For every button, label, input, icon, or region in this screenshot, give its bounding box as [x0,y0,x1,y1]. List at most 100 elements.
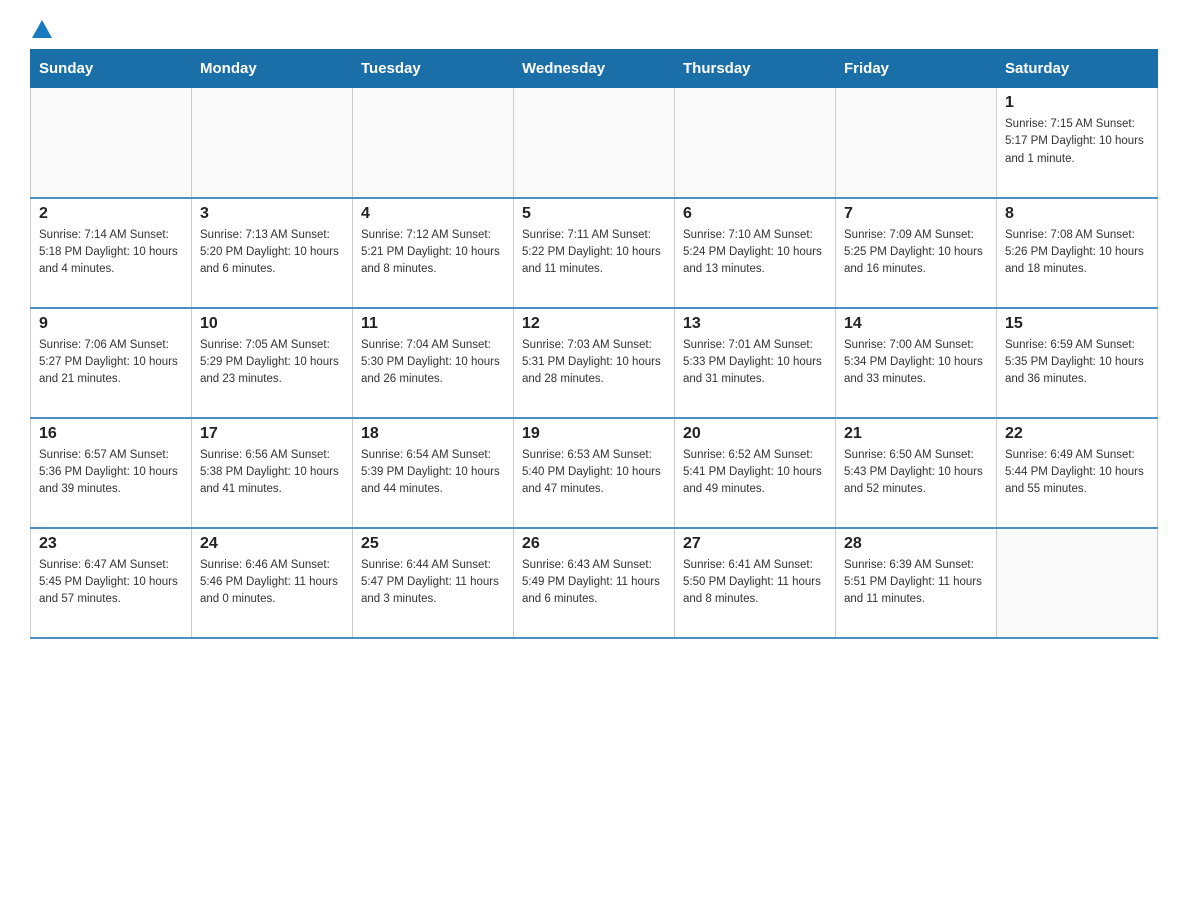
week-row-1: 1 Sunrise: 7:15 AM Sunset: 5:17 PM Daylig… [31,88,1158,198]
day-number: 27 [683,535,827,553]
calendar-cell: 4 Sunrise: 7:12 AM Sunset: 5:21 PM Daylig… [353,198,514,308]
day-info: Sunrise: 6:50 AM Sunset: 5:43 PM Dayligh… [844,447,988,499]
weekday-header-thursday: Thursday [675,50,836,88]
day-info: Sunrise: 7:12 AM Sunset: 5:21 PM Dayligh… [361,227,505,279]
calendar-cell: 12 Sunrise: 7:03 AM Sunset: 5:31 PM Dayli… [514,308,675,418]
calendar-cell: 18 Sunrise: 6:54 AM Sunset: 5:39 PM Dayli… [353,418,514,528]
calendar-cell: 22 Sunrise: 6:49 AM Sunset: 5:44 PM Dayli… [997,418,1158,528]
day-info: Sunrise: 7:09 AM Sunset: 5:25 PM Dayligh… [844,227,988,279]
weekday-header-monday: Monday [192,50,353,88]
calendar-cell [675,88,836,198]
day-info: Sunrise: 7:03 AM Sunset: 5:31 PM Dayligh… [522,337,666,389]
day-info: Sunrise: 7:06 AM Sunset: 5:27 PM Dayligh… [39,337,183,389]
day-info: Sunrise: 6:56 AM Sunset: 5:38 PM Dayligh… [200,447,344,499]
day-number: 23 [39,535,183,553]
calendar-cell [353,88,514,198]
day-number: 18 [361,425,505,443]
calendar-cell: 1 Sunrise: 7:15 AM Sunset: 5:17 PM Daylig… [997,88,1158,198]
day-number: 24 [200,535,344,553]
calendar-cell [192,88,353,198]
calendar-cell: 6Sunrise: 7:10 AM Sunset: 5:24 PM Daylig… [675,198,836,308]
day-info: Sunrise: 7:05 AM Sunset: 5:29 PM Dayligh… [200,337,344,389]
day-number: 22 [1005,425,1149,443]
calendar-cell: 10 Sunrise: 7:05 AM Sunset: 5:29 PM Dayli… [192,308,353,418]
day-info: Sunrise: 6:54 AM Sunset: 5:39 PM Dayligh… [361,447,505,499]
day-number: 25 [361,535,505,553]
weekday-header-saturday: Saturday [997,50,1158,88]
day-number: 21 [844,425,988,443]
calendar-cell: 15 Sunrise: 6:59 AM Sunset: 5:35 PM Dayli… [997,308,1158,418]
day-number: 3 [200,205,344,223]
day-number: 13 [683,315,827,333]
calendar-cell: 26 Sunrise: 6:43 AM Sunset: 5:49 PM Dayli… [514,528,675,638]
calendar-cell: 9Sunrise: 7:06 AM Sunset: 5:27 PM Daylig… [31,308,192,418]
week-row-2: 2 Sunrise: 7:14 AM Sunset: 5:18 PM Daylig… [31,198,1158,308]
calendar-cell: 24 Sunrise: 6:46 AM Sunset: 5:46 PM Dayli… [192,528,353,638]
day-number: 28 [844,535,988,553]
weekday-header-tuesday: Tuesday [353,50,514,88]
day-info: Sunrise: 6:43 AM Sunset: 5:49 PM Dayligh… [522,557,666,609]
day-info: Sunrise: 7:01 AM Sunset: 5:33 PM Dayligh… [683,337,827,389]
day-number: 20 [683,425,827,443]
day-info: Sunrise: 6:46 AM Sunset: 5:46 PM Dayligh… [200,557,344,609]
day-info: Sunrise: 7:11 AM Sunset: 5:22 PM Dayligh… [522,227,666,279]
page-header [30,20,1158,33]
calendar-cell: 2 Sunrise: 7:14 AM Sunset: 5:18 PM Daylig… [31,198,192,308]
calendar-cell [997,528,1158,638]
day-info: Sunrise: 7:14 AM Sunset: 5:18 PM Dayligh… [39,227,183,279]
day-info: Sunrise: 6:52 AM Sunset: 5:41 PM Dayligh… [683,447,827,499]
day-info: Sunrise: 6:39 AM Sunset: 5:51 PM Dayligh… [844,557,988,609]
day-info: Sunrise: 7:13 AM Sunset: 5:20 PM Dayligh… [200,227,344,279]
day-info: Sunrise: 7:10 AM Sunset: 5:24 PM Dayligh… [683,227,827,279]
logo [30,20,52,33]
weekday-header-wednesday: Wednesday [514,50,675,88]
day-number: 17 [200,425,344,443]
calendar-cell: 25 Sunrise: 6:44 AM Sunset: 5:47 PM Dayli… [353,528,514,638]
calendar-cell: 8 Sunrise: 7:08 AM Sunset: 5:26 PM Daylig… [997,198,1158,308]
day-number: 11 [361,315,505,333]
weekday-header-friday: Friday [836,50,997,88]
day-number: 2 [39,205,183,223]
day-number: 26 [522,535,666,553]
calendar-cell: 17 Sunrise: 6:56 AM Sunset: 5:38 PM Dayli… [192,418,353,528]
calendar-cell: 21 Sunrise: 6:50 AM Sunset: 5:43 PM Dayli… [836,418,997,528]
calendar-cell: 13 Sunrise: 7:01 AM Sunset: 5:33 PM Dayli… [675,308,836,418]
logo-general [30,20,52,35]
day-info: Sunrise: 6:41 AM Sunset: 5:50 PM Dayligh… [683,557,827,609]
day-number: 4 [361,205,505,223]
day-info: Sunrise: 7:08 AM Sunset: 5:26 PM Dayligh… [1005,227,1149,279]
day-number: 14 [844,315,988,333]
day-number: 15 [1005,315,1149,333]
calendar-cell: 19 Sunrise: 6:53 AM Sunset: 5:40 PM Dayli… [514,418,675,528]
day-info: Sunrise: 6:49 AM Sunset: 5:44 PM Dayligh… [1005,447,1149,499]
day-info: Sunrise: 6:44 AM Sunset: 5:47 PM Dayligh… [361,557,505,609]
calendar-cell: 11Sunrise: 7:04 AM Sunset: 5:30 PM Dayli… [353,308,514,418]
day-number: 10 [200,315,344,333]
week-row-4: 16 Sunrise: 6:57 AM Sunset: 5:36 PM Dayli… [31,418,1158,528]
day-info: Sunrise: 6:57 AM Sunset: 5:36 PM Dayligh… [39,447,183,499]
calendar-cell: 5Sunrise: 7:11 AM Sunset: 5:22 PM Daylig… [514,198,675,308]
calendar-cell: 23Sunrise: 6:47 AM Sunset: 5:45 PM Dayli… [31,528,192,638]
calendar-cell: 3 Sunrise: 7:13 AM Sunset: 5:20 PM Daylig… [192,198,353,308]
weekday-header-sunday: Sunday [31,50,192,88]
calendar-cell: 27 Sunrise: 6:41 AM Sunset: 5:50 PM Dayli… [675,528,836,638]
day-info: Sunrise: 7:15 AM Sunset: 5:17 PM Dayligh… [1005,116,1149,168]
day-number: 1 [1005,94,1149,112]
day-number: 12 [522,315,666,333]
day-number: 7 [844,205,988,223]
calendar-cell: 20 Sunrise: 6:52 AM Sunset: 5:41 PM Dayli… [675,418,836,528]
calendar-cell [31,88,192,198]
day-info: Sunrise: 7:00 AM Sunset: 5:34 PM Dayligh… [844,337,988,389]
logo-triangle-icon [32,20,52,38]
day-number: 19 [522,425,666,443]
day-number: 8 [1005,205,1149,223]
calendar-table: SundayMondayTuesdayWednesdayThursdayFrid… [30,49,1158,639]
weekday-header-row: SundayMondayTuesdayWednesdayThursdayFrid… [31,50,1158,88]
day-number: 16 [39,425,183,443]
week-row-5: 23Sunrise: 6:47 AM Sunset: 5:45 PM Dayli… [31,528,1158,638]
day-info: Sunrise: 6:59 AM Sunset: 5:35 PM Dayligh… [1005,337,1149,389]
day-info: Sunrise: 6:53 AM Sunset: 5:40 PM Dayligh… [522,447,666,499]
calendar-cell: 16 Sunrise: 6:57 AM Sunset: 5:36 PM Dayli… [31,418,192,528]
calendar-cell [514,88,675,198]
week-row-3: 9Sunrise: 7:06 AM Sunset: 5:27 PM Daylig… [31,308,1158,418]
